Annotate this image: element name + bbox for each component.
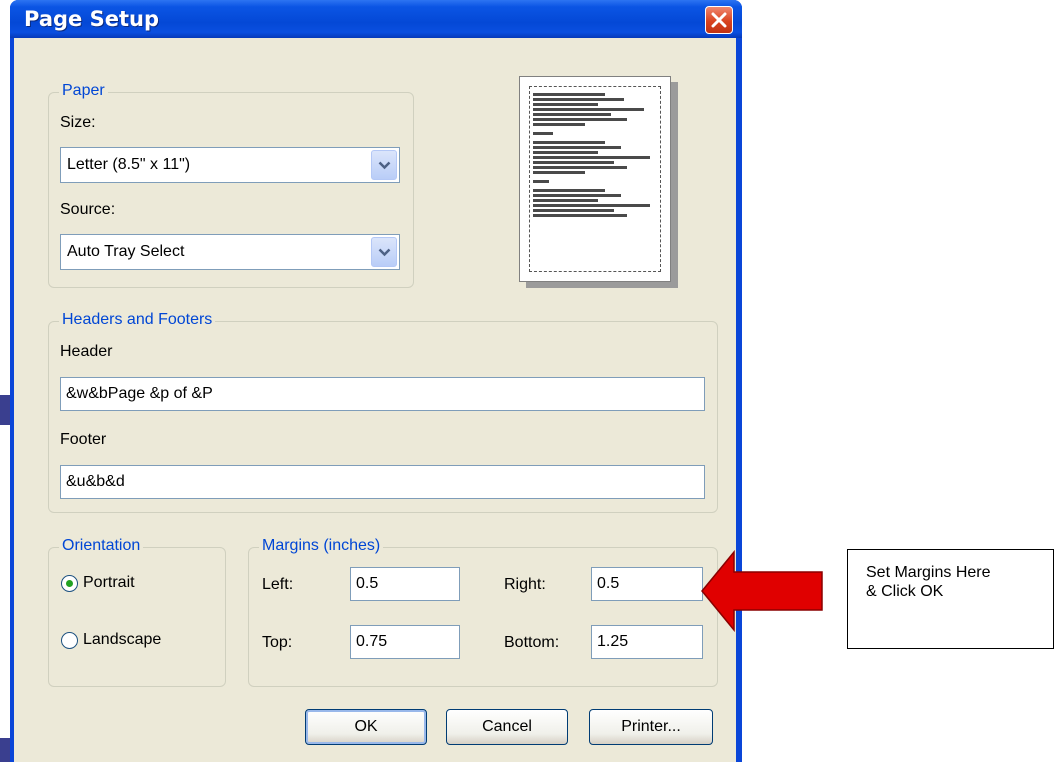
footer-input-value: &u&b&d <box>66 473 125 490</box>
paper-source-dropdown-button[interactable] <box>371 237 397 267</box>
landscape-radio[interactable] <box>61 632 78 649</box>
title-bar[interactable]: Page Setup <box>10 0 742 38</box>
portrait-radio[interactable] <box>61 575 78 592</box>
bottom-margin-input[interactable]: 1.25 <box>591 625 703 659</box>
bottom-margin-value: 1.25 <box>597 633 629 650</box>
callout-line-1: Set Margins Here <box>866 564 991 581</box>
printer-button[interactable]: Printer... <box>589 709 713 745</box>
chevron-down-icon <box>378 161 391 170</box>
bottom-margin-label: Bottom: <box>504 634 560 651</box>
right-margin-value: 0.5 <box>597 575 620 592</box>
close-button[interactable] <box>705 6 733 34</box>
paper-legend: Paper <box>59 82 108 100</box>
paper-size-dropdown-button[interactable] <box>371 150 397 180</box>
footer-input[interactable]: &u&b&d <box>60 465 705 499</box>
orientation-group: Orientation <box>48 537 226 687</box>
dialog-body: Paper Size: Letter (8.5" x 11") Source: … <box>14 38 736 762</box>
cancel-button[interactable]: Cancel <box>446 709 568 745</box>
ok-button[interactable]: OK <box>305 709 427 745</box>
callout-note: Set Margins Here & Click OK <box>847 549 1054 649</box>
portrait-label[interactable]: Portrait <box>83 574 135 592</box>
page-preview-margins <box>529 86 661 272</box>
right-margin-input[interactable]: 0.5 <box>591 567 703 601</box>
dialog-title: Page Setup <box>24 7 159 31</box>
paper-size-value: Letter (8.5" x 11") <box>67 156 191 173</box>
callout-line-2: & Click OK <box>866 583 944 600</box>
paper-source-select[interactable]: Auto Tray Select <box>60 234 400 270</box>
portrait-radio-selected-dot <box>66 580 73 587</box>
page-preview <box>519 76 671 282</box>
size-label: Size: <box>60 114 96 131</box>
header-label: Header <box>60 343 113 360</box>
top-margin-value: 0.75 <box>356 633 388 650</box>
margins-legend: Margins (inches) <box>259 537 384 555</box>
callout-arrow <box>701 550 823 632</box>
paper-source-value: Auto Tray Select <box>67 243 185 260</box>
paper-size-select[interactable]: Letter (8.5" x 11") <box>60 147 400 183</box>
left-margin-label: Left: <box>262 576 294 593</box>
top-margin-input[interactable]: 0.75 <box>350 625 460 659</box>
top-margin-label: Top: <box>262 634 293 651</box>
footer-label: Footer <box>60 431 107 448</box>
source-label: Source: <box>60 201 116 218</box>
orientation-legend: Orientation <box>59 537 144 555</box>
left-margin-value: 0.5 <box>356 575 379 592</box>
left-margin-input[interactable]: 0.5 <box>350 567 460 601</box>
page-setup-dialog: Page Setup Paper Size: Letter (8.5" x 11… <box>10 0 742 762</box>
header-input[interactable]: &w&bPage &p of &P <box>60 377 705 411</box>
chevron-down-icon <box>378 248 391 257</box>
landscape-label[interactable]: Landscape <box>83 631 161 649</box>
headers-footers-legend: Headers and Footers <box>59 311 216 329</box>
header-input-value: &w&bPage &p of &P <box>66 385 213 402</box>
close-icon <box>711 12 727 28</box>
right-margin-label: Right: <box>504 576 546 593</box>
